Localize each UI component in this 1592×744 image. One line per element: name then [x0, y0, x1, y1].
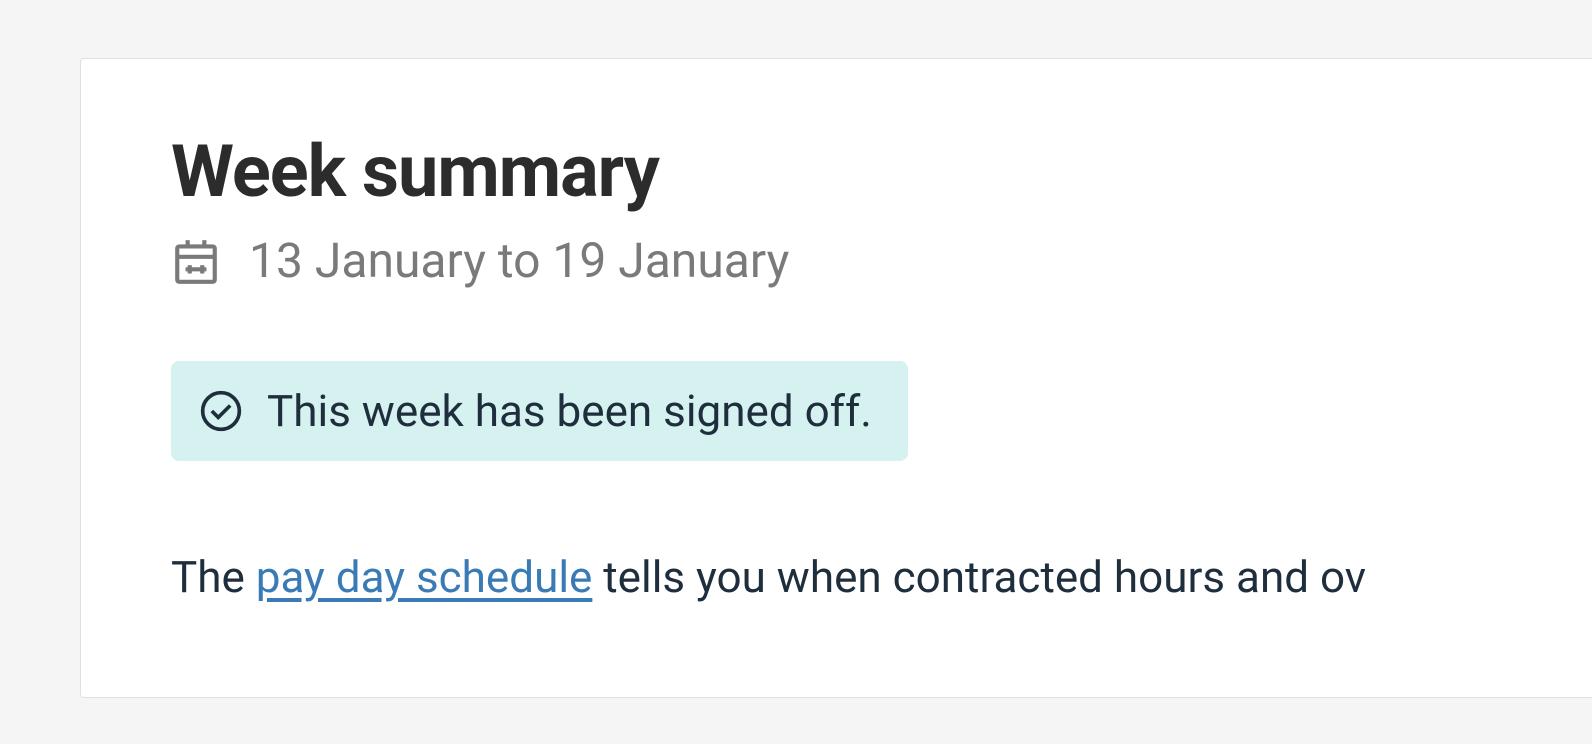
date-range-text: 13 January to 19 January	[249, 232, 789, 289]
description-suffix: tells you when contracted hours and ov	[592, 551, 1366, 603]
description-prefix: The	[171, 551, 256, 603]
status-badge: This week has been signed off.	[171, 361, 908, 461]
calendar-icon	[171, 236, 221, 286]
pay-day-schedule-link[interactable]: pay day schedule	[256, 551, 593, 603]
week-summary-card: Week summary 13 January to 19 January Th…	[80, 58, 1592, 698]
status-text: This week has been signed off.	[267, 385, 872, 437]
description-text: The pay day schedule tells you when cont…	[171, 551, 1509, 603]
page-title: Week summary	[171, 129, 1509, 214]
check-circle-icon	[199, 389, 243, 433]
date-range-row: 13 January to 19 January	[171, 232, 1509, 289]
